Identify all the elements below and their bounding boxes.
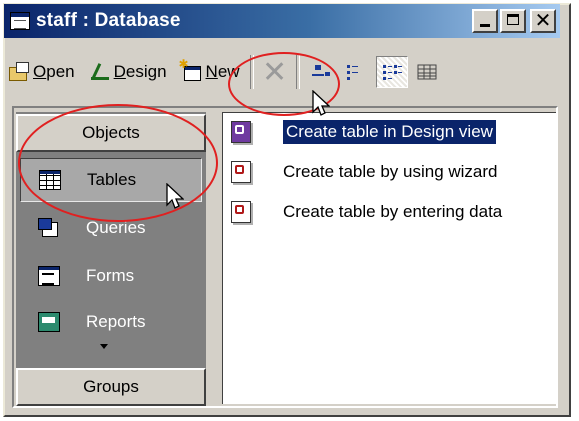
sidebar-item-reports[interactable]: Reports — [20, 300, 202, 344]
toolbar-separator — [295, 55, 300, 89]
new-table-icon — [179, 57, 203, 83]
maximize-button[interactable] — [500, 9, 526, 33]
details-view-button[interactable] — [412, 57, 442, 87]
scroll-down-arrow-icon[interactable] — [100, 344, 108, 349]
shortcut-icon — [231, 201, 251, 223]
sidebar-item-queries[interactable]: Queries — [20, 206, 202, 250]
open-button-label: Open — [33, 62, 75, 81]
delete-button[interactable]: ✕ — [260, 54, 290, 90]
list-item-entering-data[interactable]: Create table by entering data — [231, 197, 502, 227]
list-item-label: Create table in Design view — [282, 119, 497, 145]
shortcut-icon — [231, 161, 251, 183]
window-controls: ✕ — [472, 8, 556, 33]
list-view-icon — [382, 65, 402, 80]
list-item-wizard[interactable]: Create table by using wizard — [231, 157, 498, 187]
details-view-icon — [417, 64, 437, 80]
list-item-design-view[interactable]: Create table in Design view — [231, 117, 497, 147]
sidebar-item-tables[interactable]: Tables — [20, 158, 202, 202]
shortcut-icon — [231, 121, 251, 143]
maximize-icon — [507, 14, 519, 25]
large-icons-icon — [311, 65, 330, 76]
design-button[interactable]: Design — [85, 55, 171, 89]
large-icons-button[interactable] — [306, 57, 336, 87]
small-icons-icon — [346, 65, 358, 80]
objects-header[interactable]: Objects — [16, 114, 206, 152]
delete-icon: ✕ — [261, 54, 288, 90]
list-item-label: Create table by entering data — [283, 202, 503, 221]
window-title: staff : Database — [36, 10, 181, 31]
new-button-label: New — [205, 62, 240, 81]
sidebar-item-label: Forms — [86, 266, 135, 285]
design-button-label: Design — [113, 62, 167, 81]
report-icon — [38, 312, 60, 332]
sidebar-item-label: Queries — [86, 218, 146, 237]
list-view-button[interactable] — [375, 56, 408, 88]
sidebar-item-forms[interactable]: Forms — [20, 254, 202, 298]
open-icon — [8, 61, 30, 83]
minimize-icon — [480, 24, 490, 27]
table-icon — [39, 170, 61, 190]
query-icon — [38, 218, 60, 238]
sidebar-item-label: Tables — [87, 170, 137, 189]
form-icon — [38, 266, 60, 286]
sidebar-item-label: Reports — [86, 312, 146, 331]
minimize-button[interactable] — [472, 9, 498, 33]
database-window-icon — [10, 12, 30, 30]
toolbar-separator — [249, 55, 254, 89]
close-icon: ✕ — [534, 8, 552, 32]
list-item-label: Create table by using wizard — [283, 162, 498, 181]
close-button[interactable]: ✕ — [530, 8, 556, 33]
toolbar: Open Design New ✕ — [4, 42, 560, 102]
design-icon — [89, 61, 111, 83]
groups-header[interactable]: Groups — [16, 368, 206, 406]
title-bar[interactable]: staff : Database ✕ — [4, 4, 560, 38]
small-icons-button[interactable] — [340, 57, 370, 87]
objects-bar: Objects Tables Queries Forms Reports Gro… — [16, 112, 206, 406]
new-button[interactable]: New — [177, 55, 244, 89]
objects-list: Create table in Design view Create table… — [222, 112, 556, 404]
open-button[interactable]: Open — [4, 55, 79, 89]
